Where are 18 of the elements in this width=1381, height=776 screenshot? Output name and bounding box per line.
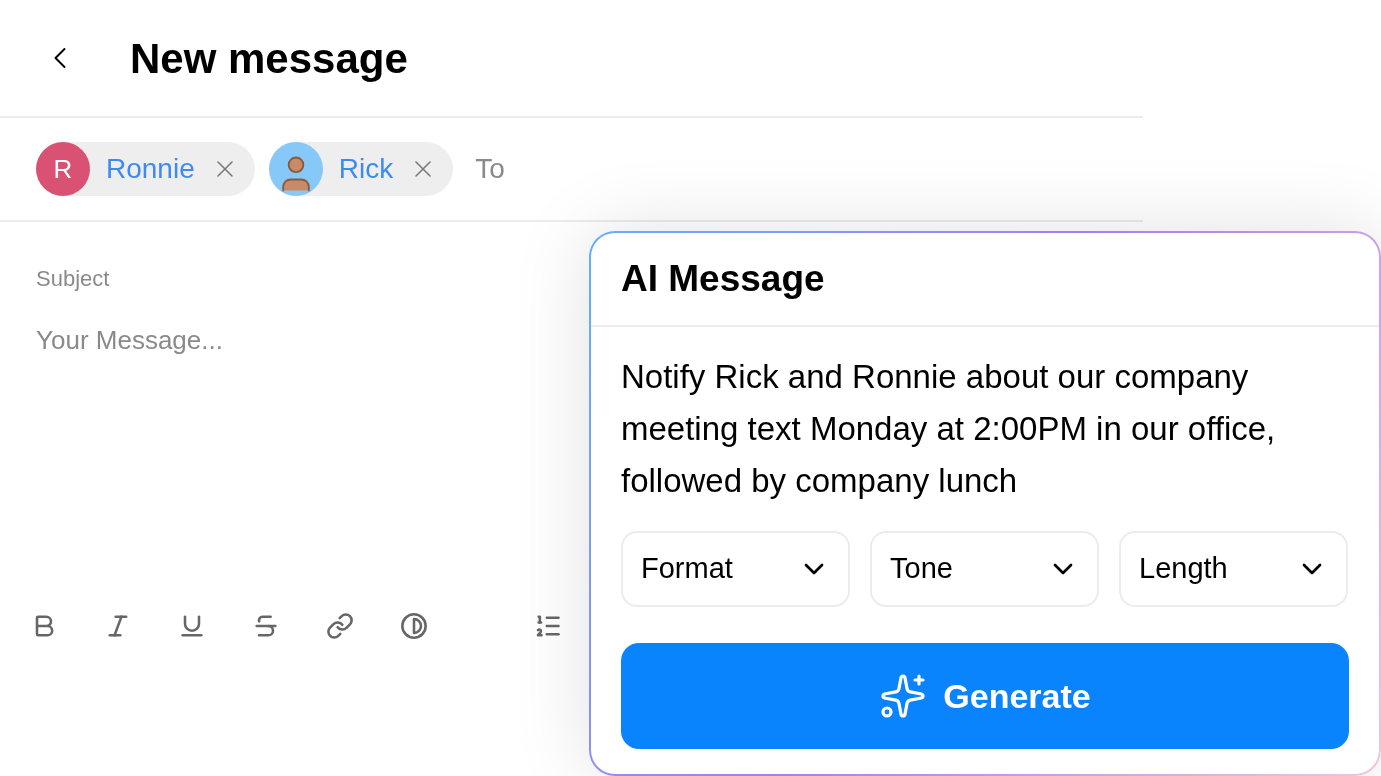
- message-field[interactable]: Your Message...: [36, 321, 536, 360]
- subject-field[interactable]: Subject: [36, 262, 536, 295]
- sparkles-icon: [879, 672, 928, 720]
- avatar: R: [36, 142, 90, 196]
- page-title: New message: [130, 33, 408, 84]
- prompt-text: Notify Rick and Ronnie about our company meeting text Monday at 2:00PM in our office, followed by company lunch: [620, 357, 1277, 501]
- panel-title: AI Message: [621, 257, 825, 302]
- recipient-name: Ronnie: [106, 152, 195, 186]
- contrast-button[interactable]: [398, 610, 430, 642]
- recipient-name: Rick: [338, 152, 394, 186]
- dropdown[interactable]: Format: [621, 531, 850, 607]
- dropdown[interactable]: Tone: [870, 531, 1099, 607]
- dropdown[interactable]: Length: [1119, 531, 1348, 607]
- to-field[interactable]: To: [475, 148, 676, 190]
- generate-button[interactable]: Generate: [621, 643, 1349, 749]
- link-button[interactable]: [324, 610, 356, 642]
- avatar-placeholder: [268, 142, 323, 196]
- recipient-chip[interactable]: R Ronnie: [36, 142, 255, 196]
